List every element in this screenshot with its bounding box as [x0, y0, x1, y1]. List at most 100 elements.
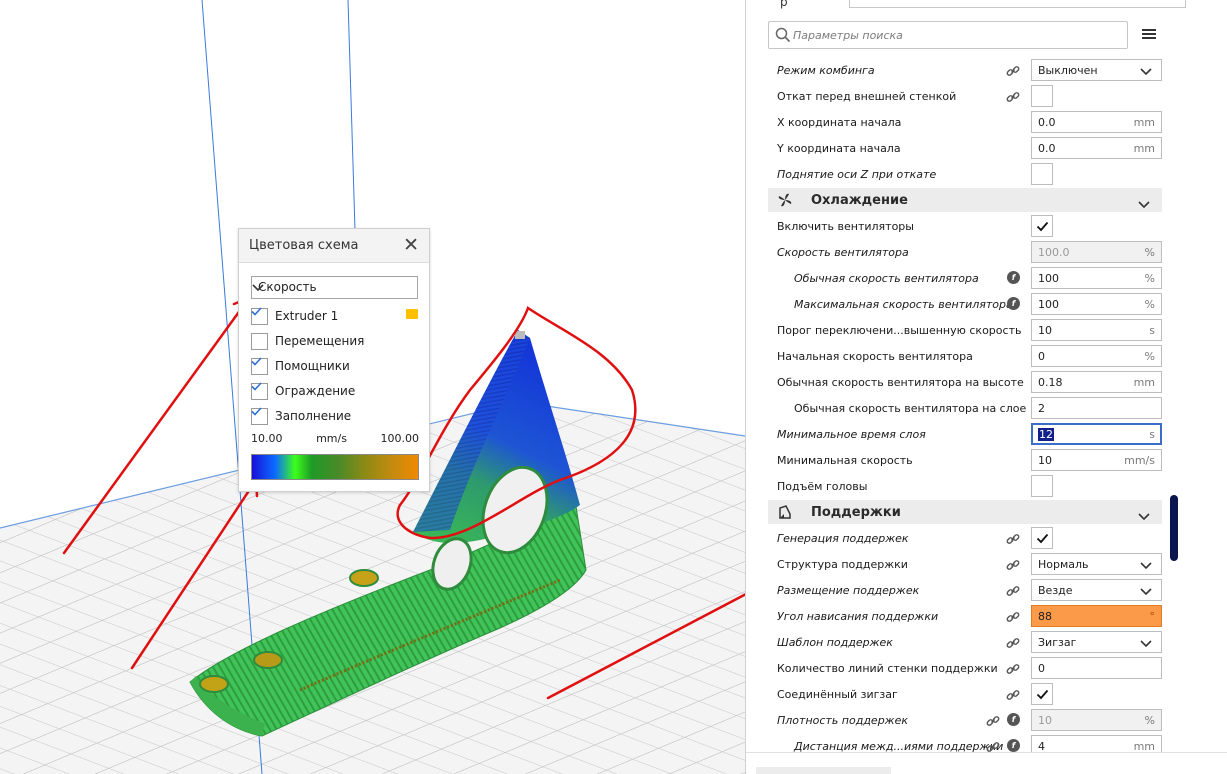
setting-label: Обычная скорость вентилятора на слое [794, 402, 1027, 415]
setting-input[interactable]: 10 mm/s [1031, 449, 1162, 471]
checkbox[interactable] [251, 407, 268, 425]
option-extruder[interactable]: Extruder 1 [251, 307, 338, 325]
settings-menu-button[interactable] [1142, 27, 1156, 41]
legend-min: 10.00 [251, 432, 283, 445]
chevron-down-icon[interactable] [1138, 195, 1150, 214]
setting-select[interactable]: Выключен [1031, 59, 1162, 81]
setting-input[interactable]: 88 ° [1031, 605, 1162, 627]
setting-checkbox[interactable] [1031, 475, 1053, 497]
setting-select[interactable]: Зигзаг [1031, 631, 1162, 653]
function-icon: f [1007, 271, 1020, 284]
setting-label: Минимальное время слоя [777, 428, 926, 441]
check-icon [1036, 217, 1049, 236]
setting-input[interactable]: 10% [1031, 709, 1162, 731]
bottom-tab[interactable] [756, 767, 891, 774]
option-label: Заполнение [275, 409, 352, 423]
chevron-down-icon [1140, 559, 1152, 574]
scrollbar[interactable] [1170, 495, 1178, 561]
setting-row: X координата начала 0.0 mm [746, 109, 1186, 135]
input-unit: % [1144, 298, 1155, 311]
input-unit: mm [1133, 116, 1155, 129]
setting-label: Обычная скорость вентилятора на высоте [777, 376, 1024, 389]
close-icon[interactable]: ✕ [403, 236, 419, 255]
setting-row: Шаблон поддержек Зигзаг [746, 629, 1186, 655]
color-scheme-panel: Цветовая схема ✕ Скорость Extruder 1 Пер… [238, 228, 430, 492]
setting-label: Размещение поддержек [777, 584, 920, 597]
setting-select[interactable]: Нормаль [1031, 553, 1162, 575]
link-icon [986, 713, 1000, 732]
selected-text: 12 [1038, 428, 1054, 441]
setting-row: Y координата начала 0.0 mm [746, 135, 1186, 161]
setting-input[interactable]: 100% [1031, 267, 1162, 289]
input-value: 0.0 [1038, 142, 1056, 155]
setting-input[interactable]: 100.0% [1031, 241, 1162, 263]
setting-row: Максимальная скорость вентилятора f 100% [746, 291, 1186, 317]
option-helpers[interactable]: Помощники [251, 357, 350, 375]
option-travels[interactable]: Перемещения [251, 332, 364, 350]
checkbox[interactable] [251, 357, 268, 375]
input-value: 10 [1038, 454, 1052, 467]
setting-input[interactable]: 0 [1031, 657, 1162, 679]
setting-row: Подъём головы [746, 473, 1186, 499]
setting-row: Минимальная скорость 10 mm/s [746, 447, 1186, 473]
setting-input[interactable]: 0.0 mm [1031, 137, 1162, 159]
input-unit: ° [1149, 610, 1156, 623]
chevron-down-icon [1140, 637, 1152, 652]
setting-row: Начальная скорость вентилятора 0% [746, 343, 1186, 369]
setting-row: Соединённый зигзаг [746, 681, 1186, 707]
setting-input[interactable]: 2 [1031, 397, 1162, 419]
option-label: Перемещения [275, 334, 365, 348]
checkbox[interactable] [251, 382, 268, 400]
option-infill[interactable]: Заполнение [251, 407, 351, 425]
setting-label: Генерация поддержек [777, 532, 909, 545]
extruder-color-swatch [406, 309, 418, 319]
setting-label: Угол нависания поддержки [777, 610, 939, 623]
setting-label: Y координата начала [777, 142, 901, 155]
link-icon [1006, 635, 1020, 654]
option-label: Помощники [275, 359, 350, 373]
profile-select[interactable] [849, 0, 1186, 8]
setting-row: Минимальное время слоя 12 s [746, 421, 1186, 447]
setting-input[interactable]: 0% [1031, 345, 1162, 367]
select-value: Выключен [1038, 64, 1098, 77]
setting-row: Структура поддержки Нормаль [746, 551, 1186, 577]
search-input[interactable]: Параметры поиска [768, 21, 1128, 49]
input-value: 0 [1038, 662, 1045, 675]
setting-checkbox[interactable] [1031, 527, 1053, 549]
setting-label: Скорость вентилятора [777, 246, 909, 259]
category-17[interactable]: Поддержки [768, 500, 1162, 524]
setting-input[interactable]: 12 s [1031, 423, 1162, 445]
setting-label: Соединённый зигзаг [777, 688, 898, 701]
link-icon [1006, 557, 1020, 576]
setting-row: Обычная скорость вентилятора на высоте 0.… [746, 369, 1186, 395]
speed-gradient-bar [251, 454, 419, 480]
option-shell[interactable]: Ограждение [251, 382, 355, 400]
chevron-down-icon[interactable] [1138, 507, 1150, 526]
viewport-3d[interactable]: Цветовая схема ✕ Скорость Extruder 1 Пер… [0, 0, 745, 774]
setting-row: Генерация поддержек [746, 525, 1186, 551]
setting-checkbox[interactable] [1031, 163, 1053, 185]
setting-checkbox[interactable] [1031, 85, 1053, 107]
setting-label: Минимальная скорость [777, 454, 913, 467]
setting-input[interactable]: 10 s [1031, 319, 1162, 341]
checkbox[interactable] [251, 307, 268, 325]
setting-select[interactable]: Везде [1031, 579, 1162, 601]
setting-row: Количество линий стенки поддержки 0 [746, 655, 1186, 681]
color-scheme-select[interactable]: Скорость [251, 276, 418, 299]
function-icon: f [1007, 739, 1020, 752]
link-icon [1006, 583, 1020, 602]
setting-input[interactable]: 0.18 mm [1031, 371, 1162, 393]
setting-checkbox[interactable] [1031, 683, 1053, 705]
setting-row: Режим комбинга Выключен [746, 57, 1186, 83]
build-volume-line [347, 0, 356, 231]
input-value: 0.18 [1038, 376, 1063, 389]
setting-row: Размещение поддержек Везде [746, 577, 1186, 603]
input-unit: mm/s [1124, 454, 1155, 467]
setting-checkbox[interactable] [1031, 215, 1053, 237]
setting-label: Обычная скорость вентилятора [794, 272, 979, 285]
checkbox[interactable] [251, 332, 268, 350]
input-value: 10 [1038, 324, 1052, 337]
setting-input[interactable]: 100% [1031, 293, 1162, 315]
setting-input[interactable]: 0.0 mm [1031, 111, 1162, 133]
category-5[interactable]: Охлаждение [768, 188, 1162, 212]
